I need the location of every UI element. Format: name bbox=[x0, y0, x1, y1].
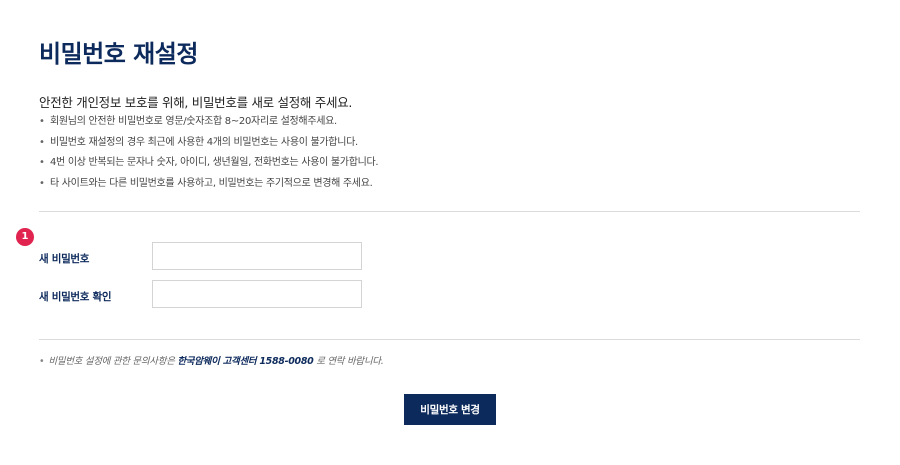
password-rules-list: • 회원님의 안전한 비밀번호로 영문/숫자조합 8~20자리로 설정해주세요. … bbox=[39, 114, 379, 197]
bullet-icon: • bbox=[39, 136, 45, 148]
confirm-password-label: 새 비밀번호 확인 bbox=[39, 291, 112, 303]
contact-footnote: • 비밀번호 설정에 관한 문의사항은 한국암웨이 고객센터 1588-0080 … bbox=[39, 353, 384, 367]
bullet-icon: • bbox=[39, 157, 45, 168]
bullet-icon: • bbox=[39, 177, 45, 189]
list-item: • 타 사이트와는 다른 비밀번호를 사용하고, 비밀번호는 주기적으로 변경해 … bbox=[39, 176, 378, 197]
footnote-prefix: 비밀번호 설정에 관한 문의사항은 bbox=[48, 356, 178, 367]
list-item: • 4번 이상 반복되는 문자나 숫자, 아이디, 생년월일, 전화번호는 사용이… bbox=[39, 155, 379, 176]
rule-text: 비밀번호 재설정의 경우 최근에 사용한 4개의 비밀번호는 사용이 불가합니다… bbox=[50, 136, 358, 148]
bullet-icon: • bbox=[39, 356, 45, 367]
list-item: • 비밀번호 재설정의 경우 최근에 사용한 4개의 비밀번호는 사용이 불가합니… bbox=[39, 135, 378, 156]
step-number-badge: 1 bbox=[16, 228, 34, 246]
bullet-icon: • bbox=[39, 116, 45, 127]
bottom-divider bbox=[39, 339, 860, 340]
list-item: • 회원님의 안전한 비밀번호로 영문/숫자조합 8~20자리로 설정해주세요. bbox=[39, 114, 378, 135]
rule-text: 타 사이트와는 다른 비밀번호를 사용하고, 비밀번호는 주기적으로 변경해 주… bbox=[50, 177, 373, 189]
intro-text: 안전한 개인정보 보호를 위해, 비밀번호를 새로 설정해 주세요. bbox=[39, 95, 353, 110]
rule-text: 4번 이상 반복되는 문자나 숫자, 아이디, 생년월일, 전화번호는 사용이 … bbox=[50, 157, 379, 168]
confirm-password-input[interactable] bbox=[152, 280, 362, 308]
footnote-suffix: 로 연락 바랍니다. bbox=[313, 356, 384, 367]
new-password-input[interactable] bbox=[152, 242, 362, 270]
change-password-button[interactable]: 비밀번호 변경 bbox=[404, 394, 496, 425]
page-title: 비밀번호 재설정 bbox=[39, 40, 198, 68]
new-password-label: 새 비밀번호 bbox=[39, 253, 90, 265]
rule-text: 회원님의 안전한 비밀번호로 영문/숫자조합 8~20자리로 설정해주세요. bbox=[50, 116, 337, 127]
customer-center-contact: 한국암웨이 고객센터 1588-0080 bbox=[177, 356, 314, 367]
password-reset-page: 비밀번호 재설정 안전한 개인정보 보호를 위해, 비밀번호를 새로 설정해 주… bbox=[0, 0, 900, 465]
top-divider bbox=[39, 211, 860, 212]
